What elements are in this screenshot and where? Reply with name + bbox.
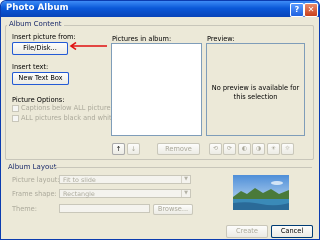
insert-picture-label: Insert picture from: — [12, 33, 76, 41]
brightness-down-button[interactable]: ☼ — [281, 143, 294, 155]
contrast-down-icon: ◑ — [255, 145, 262, 152]
picture-layout-select[interactable]: Fit to slide ▼ — [59, 175, 191, 184]
pictures-listbox[interactable] — [111, 43, 202, 136]
browse-button-label: Browse... — [157, 205, 189, 213]
brightness-down-icon: ☼ — [284, 145, 291, 152]
frame-shape-select[interactable]: Rectangle ▼ — [59, 189, 191, 198]
chevron-down-icon: ▼ — [181, 190, 190, 197]
preview-label: Preview: — [207, 35, 235, 43]
annotation-arrow — [69, 41, 107, 51]
preview-pane: No preview is available for this selecti… — [206, 43, 305, 136]
close-icon: ✕ — [307, 5, 315, 14]
move-down-icon: ↓ — [130, 145, 137, 153]
contrast-down-button[interactable]: ◑ — [252, 143, 265, 155]
create-button[interactable]: Create — [226, 225, 268, 238]
dialog-title: Photo Album — [6, 3, 69, 13]
question-icon: ? — [294, 5, 300, 14]
black-white-option-label: ALL pictures black and white — [21, 114, 116, 122]
theme-input[interactable] — [59, 204, 150, 213]
rotate-right-icon: ⟳ — [226, 145, 233, 152]
move-up-icon: ↑ — [115, 145, 122, 153]
theme-label: Theme: — [12, 205, 37, 213]
remove-button-label: Remove — [165, 145, 192, 153]
title-bar[interactable]: Photo Album ? ✕ — [1, 1, 319, 17]
layout-preview-thumbnail — [233, 175, 289, 210]
black-white-checkbox[interactable] — [12, 115, 19, 122]
insert-text-label: Insert text: — [12, 63, 49, 71]
cancel-button-label: Cancel — [280, 227, 304, 235]
help-button[interactable]: ? — [290, 3, 304, 17]
cancel-button[interactable]: Cancel — [271, 225, 313, 238]
album-content-label: Album Content — [7, 20, 64, 28]
rotate-right-button[interactable]: ⟳ — [223, 143, 236, 155]
new-text-box-label: New Text Box — [18, 74, 63, 82]
rotate-left-icon: ⟲ — [212, 145, 219, 152]
pictures-in-album-label: Pictures in album: — [112, 35, 172, 43]
rotate-left-button[interactable]: ⟲ — [209, 143, 222, 155]
file-disk-button-label: File/Disk... — [23, 44, 57, 52]
captions-checkbox[interactable] — [12, 105, 19, 112]
close-button[interactable]: ✕ — [304, 3, 318, 17]
chevron-down-icon: ▼ — [181, 176, 190, 183]
album-layout-separator — [51, 167, 312, 168]
picture-layout-value: Fit to slide — [63, 176, 96, 184]
picture-layout-label: Picture layout: — [12, 176, 60, 184]
picture-options-label: Picture Options: — [12, 96, 65, 104]
frame-shape-value: Rectangle — [63, 190, 95, 198]
move-up-button[interactable]: ↑ — [112, 143, 125, 155]
file-disk-button[interactable]: File/Disk... — [12, 42, 68, 55]
brightness-up-icon: ☀ — [270, 145, 277, 152]
contrast-up-button[interactable]: ◐ — [238, 143, 251, 155]
browse-button[interactable]: Browse... — [153, 204, 193, 215]
brightness-up-button[interactable]: ☀ — [267, 143, 280, 155]
new-text-box-button[interactable]: New Text Box — [12, 72, 69, 85]
no-preview-text: No preview is available for this selecti… — [211, 84, 300, 101]
create-button-label: Create — [236, 227, 258, 235]
contrast-up-icon: ◐ — [241, 145, 248, 152]
move-down-button[interactable]: ↓ — [127, 143, 140, 155]
frame-shape-label: Frame shape: — [12, 190, 57, 198]
remove-button[interactable]: Remove — [157, 143, 200, 155]
photo-album-dialog: Photo Album ? ✕ Album Content Insert pic… — [0, 0, 320, 240]
captions-option-label: Captions below ALL pictures — [21, 104, 115, 112]
